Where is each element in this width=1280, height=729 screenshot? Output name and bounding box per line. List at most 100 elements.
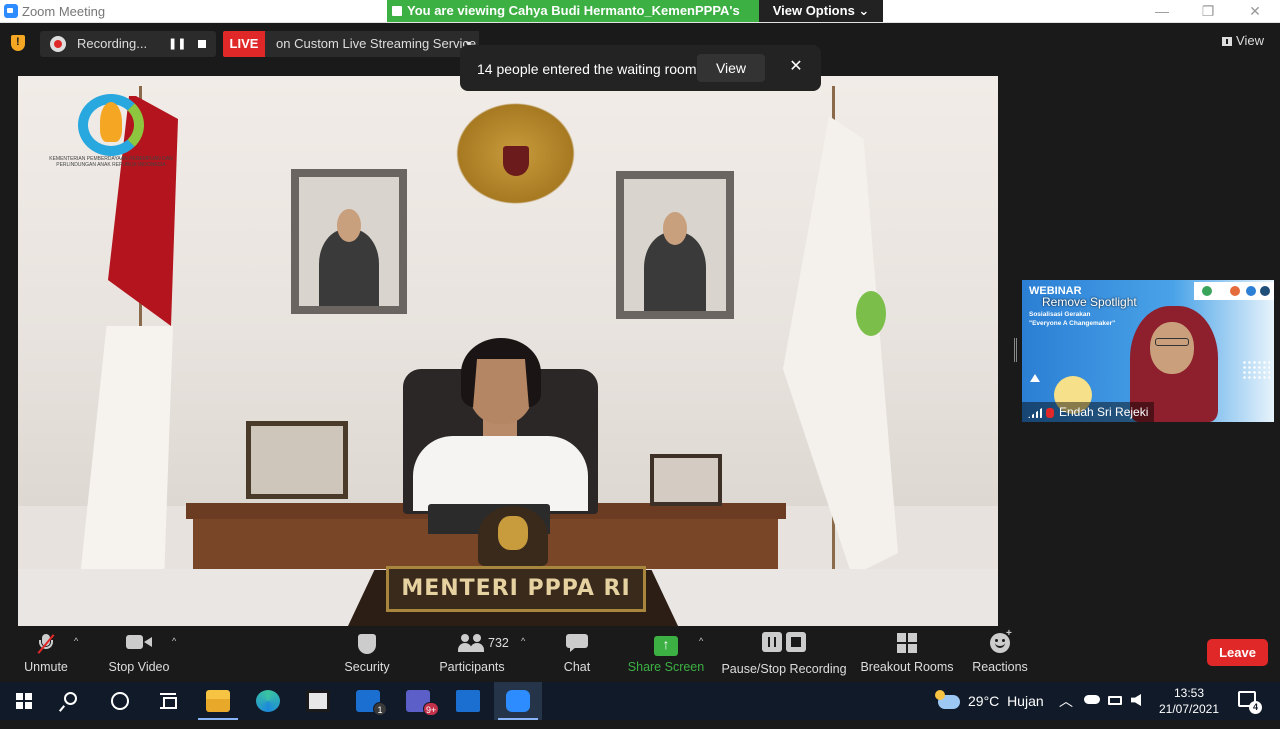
signal-strength-icon xyxy=(1028,407,1042,418)
minimize-button[interactable]: — xyxy=(1139,0,1185,23)
video-camera-icon xyxy=(126,634,152,654)
participants-button[interactable]: 732 Participants xyxy=(432,628,512,682)
taskbar-teams[interactable]: 9+ xyxy=(394,682,442,720)
volume-icon[interactable] xyxy=(1131,694,1141,706)
video-options-caret[interactable]: ^ xyxy=(172,636,176,646)
reactions-button[interactable]: + Reactions xyxy=(968,628,1032,682)
garuda-emblem xyxy=(448,96,583,211)
participants-count: 732 xyxy=(488,636,509,650)
remove-spotlight-button[interactable]: Remove Spotlight xyxy=(1042,293,1162,311)
smiley-icon: + xyxy=(990,628,1012,653)
task-view-button[interactable] xyxy=(144,682,192,720)
security-label: Security xyxy=(344,660,390,674)
close-icon[interactable]: ✕ xyxy=(786,57,806,77)
reactions-plus: + xyxy=(1006,628,1012,639)
pause-stop-icon xyxy=(762,632,806,652)
battery-icon[interactable] xyxy=(1108,696,1122,705)
breakout-rooms-grid-icon xyxy=(897,633,917,653)
panel-resize-handle[interactable] xyxy=(1014,338,1017,362)
view-layout-label: View xyxy=(1236,33,1264,48)
cortana-button[interactable] xyxy=(96,682,144,720)
participant-face xyxy=(1150,322,1194,374)
taskbar-calendar[interactable] xyxy=(444,682,492,720)
teams-badge: 9+ xyxy=(423,702,440,716)
minister-nameplate: MENTERI PPPA RI xyxy=(386,566,646,612)
view-layout-button[interactable]: View xyxy=(1222,33,1264,48)
unmute-label: Unmute xyxy=(24,660,68,674)
meeting-area: Recording... ❚❚ LIVE on Custom Live Stre… xyxy=(0,23,1280,628)
ministry-flag-emblem xyxy=(856,291,886,336)
notifications-icon[interactable]: 4 xyxy=(1238,691,1262,714)
portrait-frame-left xyxy=(291,169,407,314)
weather-description: Hujan xyxy=(1007,693,1044,709)
clock-time: 13:53 xyxy=(1173,686,1205,700)
calendar-icon xyxy=(456,690,480,712)
breakout-rooms-label: Breakout Rooms xyxy=(860,660,954,674)
share-screen-label: Share Screen xyxy=(627,660,705,674)
taskbar-search-button[interactable] xyxy=(48,682,96,720)
taskbar-clock[interactable]: 13:53 21/07/2021 xyxy=(1150,685,1228,717)
taskbar-edge[interactable] xyxy=(244,682,292,720)
screen-share-icon xyxy=(392,6,402,16)
windows-logo-icon xyxy=(16,693,32,709)
restore-button[interactable]: ❐ xyxy=(1185,0,1231,23)
stop-recording-button[interactable] xyxy=(193,35,211,53)
stop-video-button[interactable]: Stop Video xyxy=(100,628,178,682)
taskbar-file-explorer[interactable] xyxy=(194,682,242,720)
audio-options-caret[interactable]: ^ xyxy=(74,636,78,646)
screen-share-banner: You are viewing Cahya Budi Hermanto_Keme… xyxy=(387,0,759,40)
live-badge: LIVE xyxy=(223,31,265,57)
view-options-button[interactable]: View Options ⌄ xyxy=(759,0,883,22)
main-video-feed[interactable]: KEMENTERIAN PEMBERDAYAAN PEREMPUAN DAN P… xyxy=(18,76,998,626)
cloud-recording-icon xyxy=(50,36,66,52)
participants-icon xyxy=(458,634,484,654)
participants-options-caret[interactable]: ^ xyxy=(521,636,525,646)
weather-temperature: 29°C xyxy=(968,693,1000,709)
webinar-subtitle: Sosialisasi Gerakan xyxy=(1029,311,1091,318)
onedrive-cloud-icon[interactable] xyxy=(1084,695,1100,704)
unmute-button[interactable]: Unmute xyxy=(14,628,78,682)
taskbar-mail[interactable]: 1 xyxy=(344,682,392,720)
spotlight-participant-tile[interactable]: WEBINAR Sosialisasi Gerakan "Everyone A … xyxy=(1022,280,1274,422)
reactions-label: Reactions xyxy=(972,660,1028,674)
store-bag-icon xyxy=(306,690,330,712)
notification-count: 4 xyxy=(1249,701,1262,714)
taskbar-zoom[interactable] xyxy=(494,682,542,720)
security-warning-icon[interactable] xyxy=(11,35,25,51)
taskbar-store[interactable] xyxy=(294,682,342,720)
waiting-room-notification: 14 people entered the waiting room View … xyxy=(460,45,821,91)
participant-namebar: Endah Sri Rejeki xyxy=(1022,402,1155,422)
participants-label: Participants xyxy=(439,660,505,674)
start-button[interactable] xyxy=(0,682,48,720)
share-options-caret[interactable]: ^ xyxy=(699,636,703,646)
grid-view-icon xyxy=(1222,37,1233,47)
speaker-body xyxy=(413,436,588,511)
waiting-room-message: 14 people entered the waiting room xyxy=(477,61,697,77)
live-stream-dropdown[interactable]: on Custom Live Streaming Service ▼ xyxy=(265,31,479,57)
breakout-rooms-button[interactable]: Breakout Rooms xyxy=(858,628,956,682)
clock-date: 21/07/2021 xyxy=(1158,702,1220,716)
chat-label: Chat xyxy=(563,660,591,674)
live-stream-label: on Custom Live Streaming Service xyxy=(276,36,477,51)
security-button[interactable]: Security xyxy=(335,628,399,682)
participant-glasses xyxy=(1155,338,1189,346)
chat-button[interactable]: Chat xyxy=(552,628,602,682)
task-view-icon xyxy=(160,693,177,709)
show-hidden-icons-chevron[interactable]: ︿ xyxy=(1059,691,1073,729)
muted-microphone-icon xyxy=(37,634,55,654)
close-button[interactable]: ✕ xyxy=(1232,0,1278,23)
rain-cloud-icon xyxy=(935,690,960,710)
window-title: Zoom Meeting xyxy=(22,4,106,19)
cortana-icon xyxy=(111,692,129,710)
window-titlebar: Zoom Meeting You are viewing Cahya Budi … xyxy=(0,0,1280,40)
weather-widget[interactable]: 29°C Hujan xyxy=(935,682,1044,720)
windows-taskbar: 1 9+ 29°C Hujan ︿ 13:53 21/07/2021 4 xyxy=(0,682,1280,720)
meeting-toolbar: Unmute ^ Stop Video ^ Security 732 Parti… xyxy=(0,628,1280,682)
share-screen-button[interactable]: Share Screen xyxy=(626,628,706,682)
zoom-icon xyxy=(506,690,530,712)
waiting-room-view-button[interactable]: View xyxy=(697,54,765,82)
pause-recording-button[interactable]: ❚❚ xyxy=(168,35,186,53)
leave-meeting-button[interactable]: Leave xyxy=(1207,639,1268,666)
pause-stop-recording-button[interactable]: Pause/Stop Recording xyxy=(720,628,848,682)
participant-name: Endah Sri Rejeki xyxy=(1059,405,1149,419)
